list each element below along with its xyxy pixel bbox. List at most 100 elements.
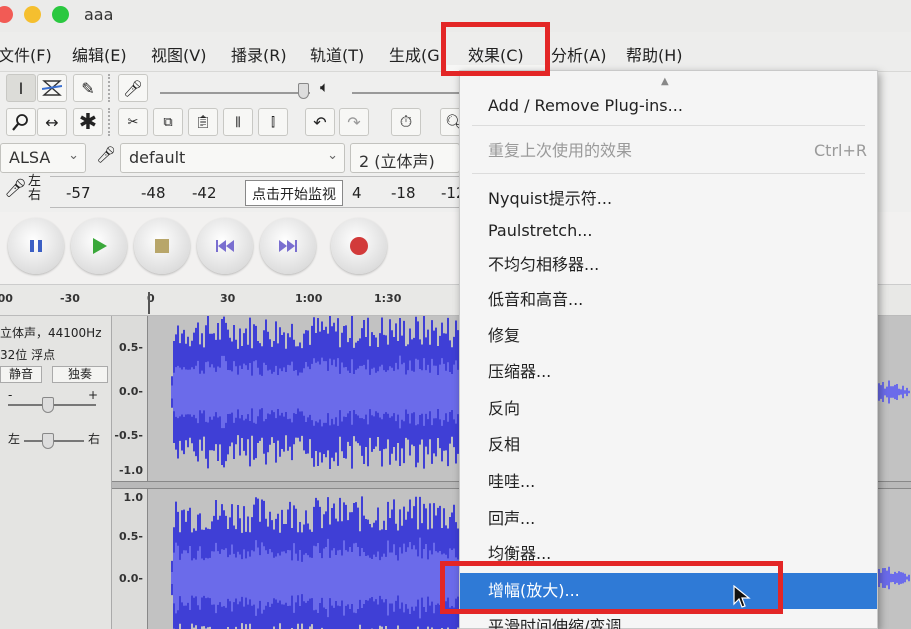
gain-slider[interactable] [42,397,54,413]
audio-host-select[interactable]: ALSA ⌄ [0,143,86,173]
toolbar-grip-2[interactable] [108,108,112,136]
record-button[interactable] [331,218,387,274]
meter-tick: -48 [141,184,166,202]
meter-label-left: 左 [28,174,42,189]
record-icon [350,237,368,255]
menu-item-reverse[interactable]: 反向 [460,392,877,426]
menu-analyze[interactable]: 分析(A) [551,42,606,66]
toolbar-grip[interactable] [108,74,112,102]
playhead-marker[interactable] [148,292,150,314]
menu-scroll-up-icon[interactable]: ▲ [661,76,669,87]
scale-label: -1.0 [118,464,143,477]
skip-end-icon [279,240,297,252]
stop-icon [155,239,169,253]
skip-to-end-button[interactable] [260,218,316,274]
annotation-highlight-amplify [440,561,783,614]
silence-audio-icon[interactable]: ⫿ [258,108,288,136]
menu-item-phaser[interactable]: 不均匀相移器... [460,248,877,282]
record-meter-mic-icon[interactable]: 🎤︎ [118,74,148,102]
ruler-tick: 1:30 [374,292,402,305]
channels-select[interactable]: 2 (立体声) [350,143,460,173]
maximize-window-button[interactable] [52,6,69,23]
chevron-down-icon: ⌄ [327,148,338,163]
selection-tool-icon[interactable]: I [6,74,36,102]
playback-volume-slider[interactable] [298,83,309,99]
menu-item-bass-treble[interactable]: 低音和高音... [460,283,877,317]
sync-lock-icon[interactable]: ⏱ [391,108,421,136]
pause-button[interactable] [8,218,64,274]
multi-tool-icon[interactable]: ✱ [73,108,103,136]
menu-help[interactable]: 帮助(H) [626,42,683,66]
copy-icon[interactable]: ⧉ [153,108,183,136]
envelope-tool-icon[interactable] [37,74,67,102]
time-shift-tool-icon[interactable]: ↔ [37,108,67,136]
pan-right-label: 右 [88,432,101,446]
draw-tool-icon[interactable]: ✎ [73,74,103,102]
chevron-down-icon: ⌄ [68,148,79,163]
effects-dropdown-menu: ▲ Add / Remove Plug-ins... 重复上次使用的效果 Ctr… [459,70,878,629]
waveform-tail [878,380,910,404]
scale-label: 1.0 [123,491,144,504]
menu-item-paulstretch[interactable]: Paulstretch... [460,214,877,248]
meter-tick: -57 [66,184,91,202]
menu-item-nyquist-prompt[interactable]: Nyquist提示符... [460,182,877,216]
menu-item-repeat-last-effect[interactable]: 重复上次使用的效果 Ctrl+R [460,134,877,168]
record-meter-icon[interactable]: 🎤︎ [4,178,27,199]
meter-tick: -18 [391,184,416,202]
scale-label: 0.0- [118,572,143,585]
window-title: aaa [84,5,114,24]
menu-item-invert[interactable]: 反相 [460,428,877,462]
menu-item-echo[interactable]: 回声... [460,502,877,536]
menu-item-add-remove-plugins[interactable]: Add / Remove Plug-ins... [460,89,877,123]
recording-device-value: default [129,148,186,167]
menu-edit[interactable]: 编辑(E) [72,42,127,66]
zoom-tool-icon[interactable] [6,108,36,136]
menu-separator [472,125,865,126]
trim-audio-icon[interactable]: ⫼ [223,108,253,136]
solo-button[interactable]: 独奏 [52,366,108,383]
amplitude-scale: 0.5- 0.0- -0.5- -1.0 1.0 0.5- 0.0- [112,316,148,629]
menu-tracks[interactable]: 轨道(T) [310,42,364,66]
menu-generate[interactable]: 生成(G [389,42,441,66]
pan-left-label: 左 [8,432,21,446]
waveform-tail [878,566,910,590]
meter-tick: -42 [192,184,217,202]
mute-button[interactable]: 静音 [0,366,42,383]
stop-button[interactable] [134,218,190,274]
menu-item-repair[interactable]: 修复 [460,319,877,353]
track-control-panel: 立体声，44100Hz 32位 浮点 静音 独奏 - + 左 右 [0,316,112,629]
meter-channel-labels: 左 右 [28,175,41,203]
close-window-button[interactable] [0,6,13,23]
menu-item-compressor[interactable]: 压缩器... [460,355,877,389]
play-button[interactable] [71,218,127,274]
redo-icon[interactable]: ↷ [339,108,369,136]
menu-record[interactable]: 播录(R) [231,42,287,66]
paste-icon[interactable]: 📋︎ [188,108,218,136]
playback-meter-track [160,92,310,94]
scale-label: 0.5- [118,530,143,543]
meter-tick: 4 [352,184,362,202]
play-icon [93,238,107,254]
menu-item-shortcut: Ctrl+R [814,141,867,160]
recording-device-select[interactable]: default ⌄ [120,143,345,173]
menu-view[interactable]: 视图(V) [151,42,206,66]
scale-label: 0.5- [118,341,143,354]
pan-slider[interactable] [42,433,54,449]
scale-label: 0.0- [118,385,143,398]
menu-file[interactable]: 文件(F) [0,42,52,66]
undo-icon[interactable]: ↶ [305,108,335,136]
scale-label: -0.5- [114,429,143,442]
skip-to-start-button[interactable] [197,218,253,274]
menu-item-wahwah[interactable]: 哇哇... [460,465,877,499]
ruler-tick: 1:00 [295,292,323,305]
cut-icon[interactable]: ✂ [118,108,148,136]
minimize-window-button[interactable] [24,6,41,23]
ruler-tick: 30 [220,292,236,305]
meter-label-right: 右 [28,188,42,203]
pause-icon [30,240,42,252]
annotation-highlight-effects-menu [441,22,550,76]
pan-slider-track [24,440,84,442]
mouse-pointer-icon [733,585,751,608]
track-format-info: 立体声，44100Hz [0,326,102,340]
track-bit-depth-info: 32位 浮点 [0,348,56,362]
